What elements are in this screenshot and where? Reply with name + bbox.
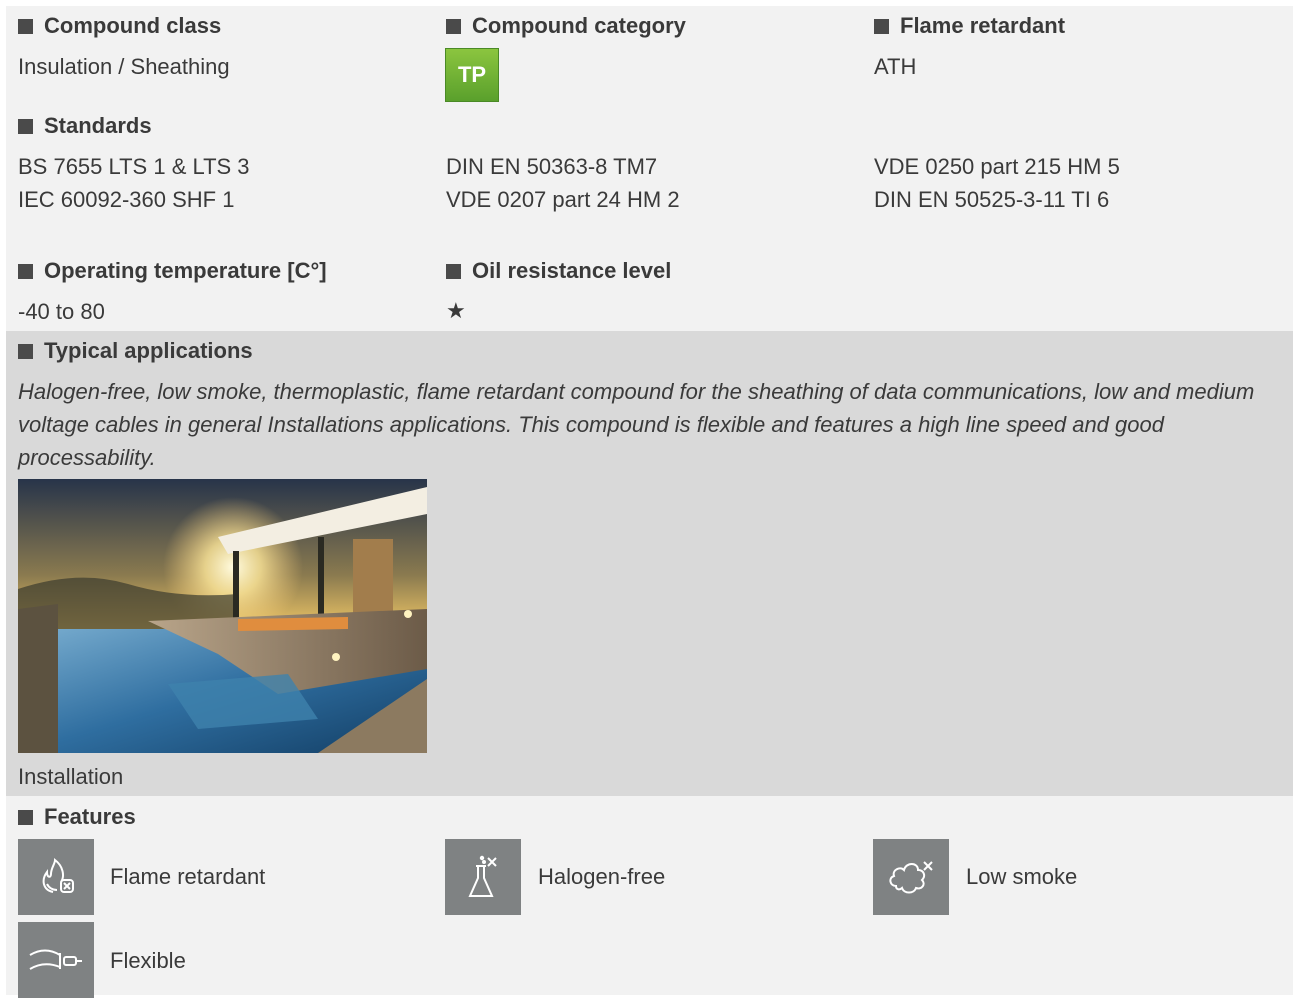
installation-caption: Installation xyxy=(18,764,124,789)
flame-retardant-heading: Flame retardant xyxy=(874,13,1065,39)
bullet-square-icon xyxy=(18,263,33,279)
standard-item: IEC 60092-360 SHF 1 xyxy=(18,187,235,212)
bullet-square-icon xyxy=(18,343,33,359)
operating-temperature-value: -40 to 80 xyxy=(18,299,105,324)
halogen-free-icon xyxy=(445,839,521,915)
compound-category-badge: TP xyxy=(445,48,499,102)
bullet-square-icon xyxy=(446,263,461,279)
bullet-square-icon xyxy=(18,118,33,134)
bullet-square-icon xyxy=(18,809,33,825)
low-smoke-icon xyxy=(873,839,949,915)
feature-label: Flexible xyxy=(110,948,186,973)
standard-item: DIN EN 50363-8 TM7 xyxy=(446,154,658,179)
standard-item: VDE 0250 part 215 HM 5 xyxy=(874,154,1120,179)
standard-item: DIN EN 50525-3-11 TI 6 xyxy=(874,187,1110,212)
installation-photo xyxy=(18,479,427,753)
applications-description: Halogen-free, low smoke, thermoplastic, … xyxy=(18,379,1255,470)
compound-class-heading: Compound class xyxy=(18,13,221,39)
standard-item: BS 7655 LTS 1 & LTS 3 xyxy=(18,154,250,179)
typical-applications-heading: Typical applications xyxy=(18,338,253,364)
feature-label: Flame retardant xyxy=(110,864,266,889)
features-heading: Features xyxy=(18,804,136,830)
datasheet-page: Compound class Insulation / Sheathing Co… xyxy=(0,0,1293,998)
compound-category-heading: Compound category xyxy=(446,13,686,39)
compound-class-value: Insulation / Sheathing xyxy=(18,54,230,79)
flame-retardant-value: ATH xyxy=(874,54,917,79)
flexible-icon xyxy=(18,922,94,998)
feature-label: Halogen-free xyxy=(538,864,666,889)
features-panel xyxy=(6,796,1293,995)
operating-temperature-heading: Operating temperature [C°] xyxy=(18,258,327,284)
oil-resistance-star-icon: ★ xyxy=(446,298,466,323)
bullet-square-icon xyxy=(874,18,889,34)
bullet-square-icon xyxy=(18,18,33,34)
feature-label: Low smoke xyxy=(966,864,1078,889)
flame-retardant-icon xyxy=(18,839,94,915)
standard-item: VDE 0207 part 24 HM 2 xyxy=(446,187,680,212)
bullet-square-icon xyxy=(446,18,461,34)
oil-resistance-heading: Oil resistance level xyxy=(446,258,671,284)
standards-heading: Standards xyxy=(18,113,152,139)
